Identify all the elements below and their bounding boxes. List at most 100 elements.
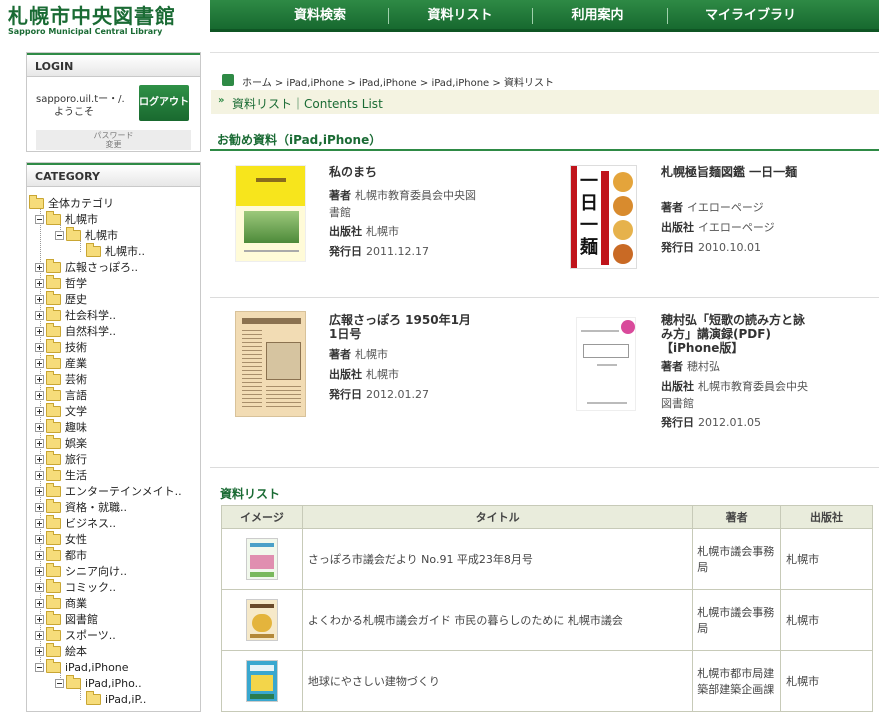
col-author: 著者 [692, 505, 782, 529]
double-arrow-icon: » [218, 95, 225, 106]
tree-item-all[interactable]: 全体カテゴリ [29, 194, 114, 212]
tree-item-label: 絵本 [65, 645, 87, 658]
expand-icon[interactable] [35, 454, 44, 464]
author-label: 著者 [329, 189, 351, 202]
row-thumbnail[interactable] [221, 650, 303, 712]
row-thumbnail[interactable] [221, 589, 303, 651]
tree-item[interactable]: 女性 [35, 530, 87, 548]
folder-icon [46, 546, 61, 561]
tree-item-ipad-sub[interactable]: iPad,iPho.. [55, 674, 142, 692]
expand-icon[interactable] [35, 294, 44, 304]
tree-item[interactable]: 文学 [35, 402, 87, 420]
table-row[interactable]: よくわかる札幌市議会ガイド 市民の暮らしのために 札幌市議会 札幌市議会事務局 … [221, 589, 873, 651]
tree-item[interactable]: 産業 [35, 354, 87, 372]
password-change-label: 変更 [105, 140, 122, 149]
row-publisher: 札幌市 [780, 650, 873, 712]
tree-item[interactable]: 哲学 [35, 274, 87, 292]
row-thumbnail[interactable] [221, 528, 303, 590]
table-row[interactable]: さっぽろ市議会だより No.91 平成23年8月号 札幌市議会事務局 札幌市 [221, 528, 873, 590]
tree-item[interactable]: 商業 [35, 594, 87, 612]
tree-item-ipad[interactable]: iPad,iPhone [35, 658, 129, 676]
expand-icon[interactable] [35, 598, 44, 608]
contents-table: イメージ タイトル 著者 出版社 さっぽろ市議会だより No.91 平成23年8… [221, 505, 873, 712]
tree-item[interactable]: 娯楽 [35, 434, 87, 452]
expand-icon[interactable] [35, 582, 44, 592]
folder-icon [46, 626, 61, 641]
tree-item[interactable]: 生活 [35, 466, 87, 484]
book-title-2[interactable]: 札幌極旨麺図鑑 一日一麺 [661, 165, 801, 179]
expand-icon[interactable] [35, 518, 44, 528]
tree-item-label: 札幌市 [65, 213, 98, 226]
nav-list[interactable]: 資料リスト [390, 0, 530, 32]
expand-icon[interactable] [35, 614, 44, 624]
expand-icon[interactable] [35, 358, 44, 368]
book-cover-2[interactable]: 一日一麺 [570, 165, 637, 269]
tree-item-sapporo-leaf[interactable]: 札幌市.. [86, 242, 145, 260]
expand-icon[interactable] [35, 502, 44, 512]
row-title[interactable]: 地球にやさしい建物づくり [301, 650, 694, 712]
book-cover-3[interactable] [235, 311, 306, 417]
expand-icon[interactable] [35, 566, 44, 576]
expand-icon[interactable] [35, 470, 44, 480]
logout-button[interactable]: ログアウト [139, 85, 189, 121]
collapse-icon[interactable] [55, 678, 64, 688]
site-logo[interactable]: 札幌市中央図書館 Sapporo Municipal Central Libra… [4, 0, 209, 40]
tree-item-label: 自然科学.. [65, 325, 116, 338]
breadcrumb[interactable]: ホーム > iPad,iPhone > iPad,iPhone > iPad,i… [242, 74, 554, 89]
tree-item[interactable]: 図書館 [35, 610, 98, 628]
tree-item-label: iPad,iPho.. [85, 677, 142, 690]
book-thumbnail [245, 538, 278, 580]
expand-icon[interactable] [35, 646, 44, 656]
expand-icon[interactable] [35, 630, 44, 640]
nav-guide[interactable]: 利用案内 [530, 0, 665, 32]
collapse-icon[interactable] [35, 662, 44, 672]
expand-icon[interactable] [35, 390, 44, 400]
expand-icon[interactable] [35, 342, 44, 352]
tree-item[interactable]: 技術 [35, 338, 87, 356]
nav-mylibrary[interactable]: マイライブラリ [668, 0, 833, 32]
expand-icon[interactable] [35, 278, 44, 288]
expand-icon[interactable] [35, 550, 44, 560]
folder-icon [46, 418, 61, 433]
home-icon [222, 74, 234, 86]
tree-item-label: 文学 [65, 405, 87, 418]
date-label: 発行日 [329, 245, 362, 258]
tree-item[interactable]: 旅行 [35, 450, 87, 468]
expand-icon[interactable] [35, 422, 44, 432]
expand-icon[interactable] [35, 406, 44, 416]
tree-item[interactable]: 言語 [35, 386, 87, 404]
book-title-3[interactable]: 広報さっぽろ 1950年1月1日号 [329, 313, 479, 341]
tree-item[interactable]: 芸術 [35, 370, 87, 388]
tree-item[interactable]: 都市 [35, 546, 87, 564]
book-title-1[interactable]: 私のまち [329, 165, 489, 179]
row-title[interactable]: さっぽろ市議会だより No.91 平成23年8月号 [301, 528, 694, 590]
nav-search[interactable]: 資料検索 [250, 0, 390, 32]
tree-item-label: 札幌市.. [105, 245, 145, 258]
collapse-icon[interactable] [35, 214, 44, 224]
tree-item[interactable]: エンターテインメイト.. [35, 482, 182, 500]
book-cover-1[interactable] [235, 165, 306, 262]
folder-icon [46, 370, 61, 385]
expand-icon[interactable] [35, 486, 44, 496]
change-password-button[interactable]: パスワード 変更 [36, 130, 191, 150]
expand-icon[interactable] [35, 534, 44, 544]
tree-item[interactable]: 趣味 [35, 418, 87, 436]
book-title-4[interactable]: 穂村弘「短歌の読み方と詠み方」講演録(PDF)【iPhone版】 [661, 313, 811, 355]
expand-icon[interactable] [35, 374, 44, 384]
expand-icon[interactable] [35, 310, 44, 320]
expand-icon[interactable] [35, 438, 44, 448]
collapse-icon[interactable] [55, 230, 64, 240]
tree-item[interactable]: 絵本 [35, 642, 87, 660]
table-row[interactable]: 地球にやさしい建物づくり 札幌市都市局建築部建築企画課 札幌市 [221, 650, 873, 712]
row-author: 札幌市都市局建築部建築企画課 [692, 650, 782, 712]
tree-item-ipad-leaf[interactable]: iPad,iP.. [86, 690, 146, 708]
book-author-1: 著者 札幌市教育委員会中央図書館 [329, 187, 479, 221]
book-author-4: 著者 穂村弘 [661, 358, 720, 375]
folder-icon [46, 658, 61, 673]
tree-item-label: コミック.. [65, 581, 116, 594]
tree-item[interactable]: 歴史 [35, 290, 87, 308]
row-title[interactable]: よくわかる札幌市議会ガイド 市民の暮らしのために 札幌市議会 [301, 589, 694, 651]
expand-icon[interactable] [35, 326, 44, 336]
book-cover-4[interactable] [576, 317, 636, 411]
expand-icon[interactable] [35, 262, 44, 272]
